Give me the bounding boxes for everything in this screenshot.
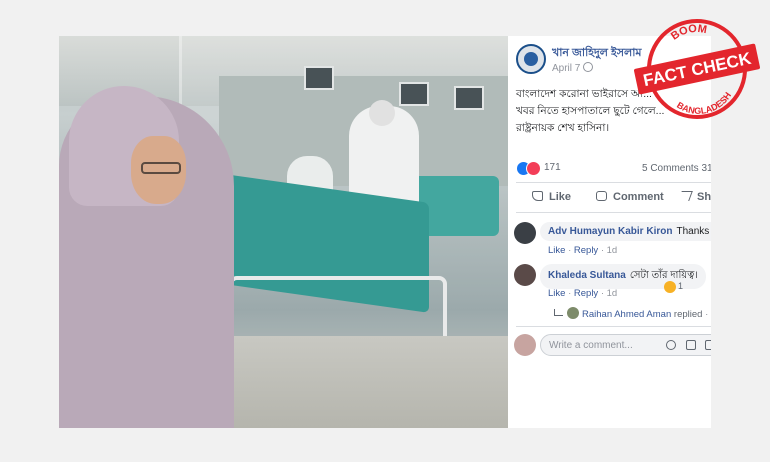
avatar xyxy=(514,334,536,356)
share-icon xyxy=(678,191,693,201)
thumbs-up-icon xyxy=(532,191,543,201)
camera-icon[interactable] xyxy=(686,340,696,350)
divider xyxy=(516,182,711,183)
comment-text: Thanks our Pr xyxy=(676,226,711,237)
haha-reaction-icon xyxy=(664,281,676,293)
commenter-name[interactable]: Adv Humayun Kabir Kiron xyxy=(548,226,672,237)
view-replies-link[interactable]: Raihan Ahmed Aman replied · 3 R xyxy=(554,307,711,320)
share-button[interactable]: Sha xyxy=(678,191,711,203)
globe-icon xyxy=(583,62,594,72)
comment-reply-link[interactable]: Reply xyxy=(574,245,598,256)
avatar[interactable] xyxy=(514,222,536,244)
emoji-icon[interactable] xyxy=(666,340,676,350)
post-screenshot: খান জাহিদুল ইসলাম April 7 বাংলাদেশ করোনা… xyxy=(59,36,711,428)
glass-counter xyxy=(219,336,508,428)
comment-bubble: Adv Humayun Kabir Kiron Thanks our Pr xyxy=(540,222,711,241)
divider xyxy=(516,212,711,213)
post-date[interactable]: April 7 xyxy=(552,62,594,74)
comment-time[interactable]: 1d xyxy=(607,288,618,299)
comment-actions: Like · Reply · 1d xyxy=(548,288,618,299)
glasses xyxy=(141,162,181,174)
stamp-main-text: FACT CHECK xyxy=(642,49,754,91)
commenter-name[interactable]: Khaleda Sultana xyxy=(548,270,626,281)
reply-arrow-icon xyxy=(554,309,563,316)
reaction-count: 171 xyxy=(544,162,561,173)
comments-shares-count[interactable]: 5 Comments 31 S xyxy=(642,163,711,174)
comment-button[interactable]: Comment xyxy=(596,191,664,203)
avatar[interactable] xyxy=(514,264,536,286)
comment-input[interactable]: Write a comment... xyxy=(540,334,711,356)
comment-actions: Like · Reply · 1d xyxy=(548,245,618,256)
comment-like-link[interactable]: Like xyxy=(548,245,565,256)
comment-reaction-count: 1 xyxy=(678,281,684,291)
fact-check-stamp: BOOM FACT CHECK BANGLADESH xyxy=(634,19,760,121)
like-button[interactable]: Like xyxy=(532,191,571,203)
divider xyxy=(516,326,711,327)
post-photo xyxy=(59,36,508,428)
comment-placeholder: Write a comment... xyxy=(549,340,633,351)
gif-icon[interactable] xyxy=(705,340,711,350)
page-avatar[interactable] xyxy=(516,44,546,74)
avatar xyxy=(567,307,579,319)
comment-reply-link[interactable]: Reply xyxy=(574,288,598,299)
comment-time[interactable]: 1d xyxy=(607,245,618,256)
comment-icon xyxy=(596,191,607,201)
comment-text: সেটা তাঁর দায়িত্ব। xyxy=(629,270,698,281)
love-reaction-icon xyxy=(526,161,541,176)
comment-like-link[interactable]: Like xyxy=(548,288,565,299)
